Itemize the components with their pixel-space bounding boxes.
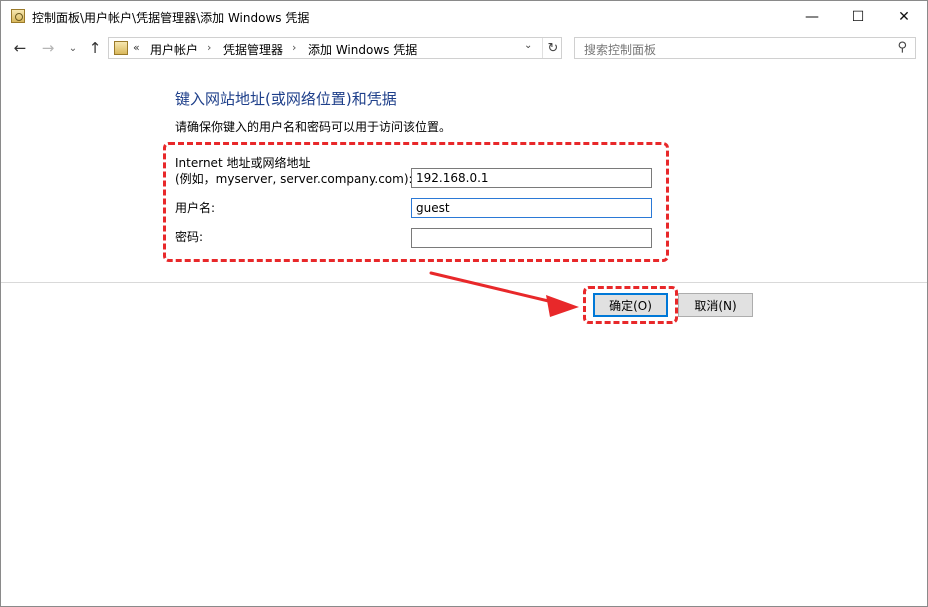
arrow-shaft — [429, 271, 563, 306]
credential-window: 控制面板\用户帐户\凭据管理器\添加 Windows 凭据 — ☐ ✕ ← → … — [0, 0, 928, 607]
annotation-arrow — [429, 271, 579, 317]
arrow-head-icon — [546, 295, 579, 317]
